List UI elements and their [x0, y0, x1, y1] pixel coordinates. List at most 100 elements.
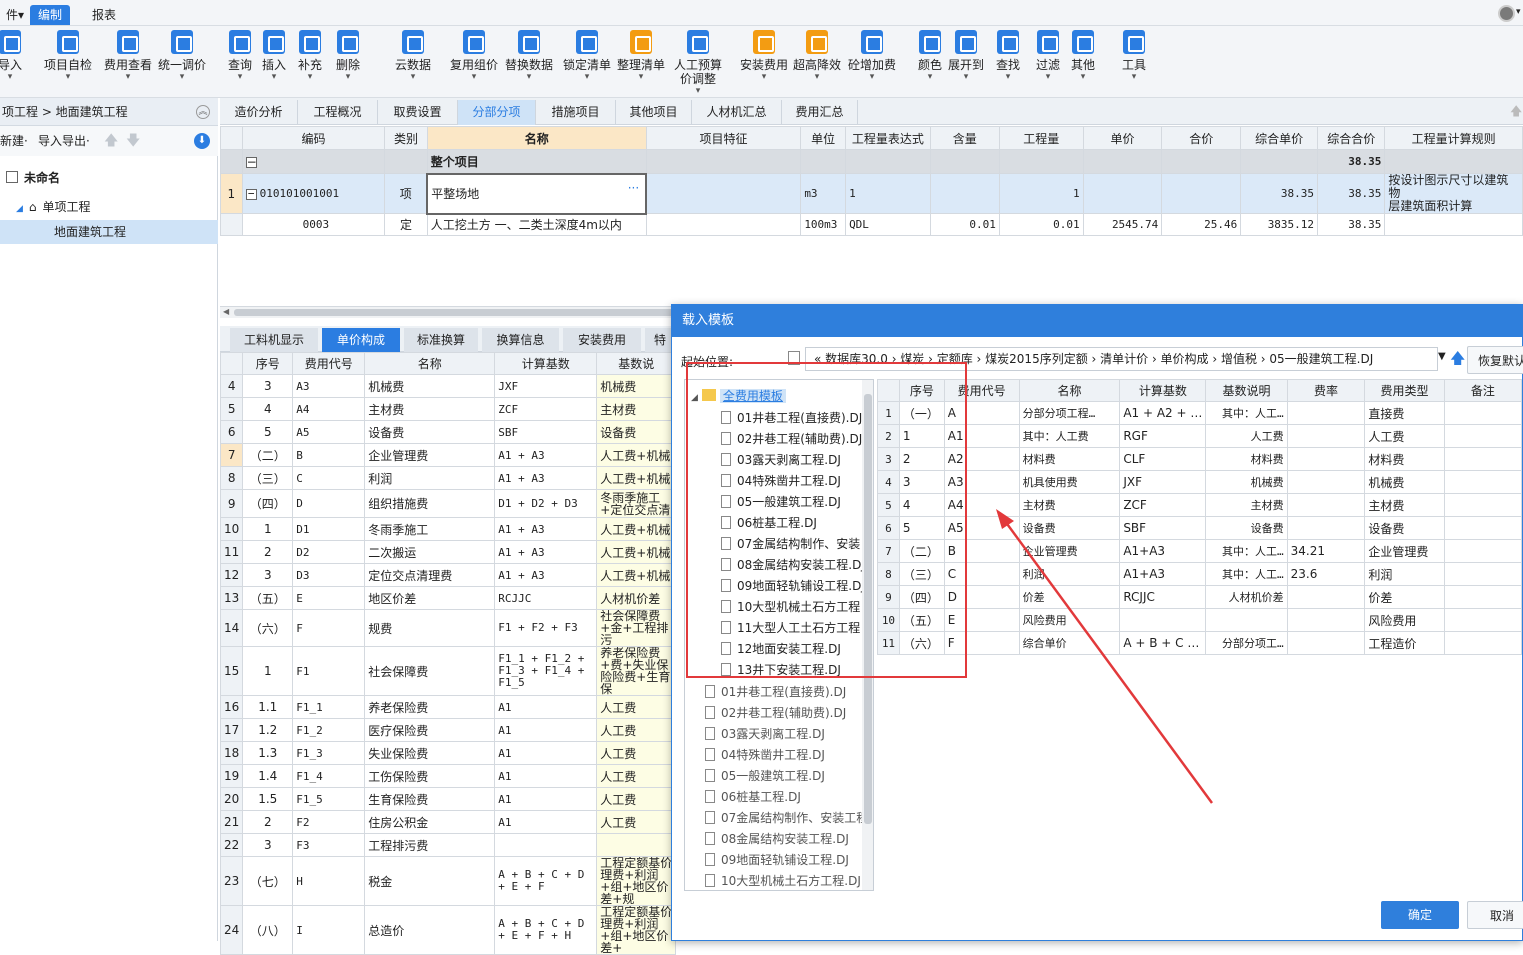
dropdown-arrow-icon[interactable]: ▾: [674, 86, 722, 96]
table-row[interactable]: 10 1 D1 冬雨季施工 A1 + A3 人工费+机械: [219, 517, 677, 541]
tree-template-item[interactable]: 05一般建筑工程.DJ: [705, 766, 825, 786]
table-row[interactable]: 1 −010101001001 项 平整场地 ··· m3 1 1 38.35 3…: [220, 172, 1523, 215]
toolbar-button-2[interactable]: 费用查看 ▾: [104, 30, 152, 82]
scroll-left-icon[interactable]: ◀: [223, 307, 229, 316]
toolbar-button-12[interactable]: 整理清单 ▾: [617, 30, 665, 82]
col-code[interactable]: 费用代号: [292, 352, 366, 375]
dropdown-arrow-icon[interactable]: ▾: [298, 72, 322, 82]
quota-expr[interactable]: QDL: [845, 213, 931, 236]
restore-default-button[interactable]: 恢复默认: [1467, 346, 1523, 374]
table-row[interactable]: 6 5 A5 设备费 SBF 设备费: [219, 420, 677, 444]
table-row[interactable]: 20 1.5 F1_5 生育保险费 A1 人工费: [219, 787, 677, 811]
table-row[interactable]: 8 （三） C 利润 A1 + A3 人工费+机械: [219, 466, 677, 490]
col-expr[interactable]: 工程量表达式: [845, 126, 931, 150]
table-row[interactable]: 0003 定 人工挖土方 一、二类土深度4m以内 100m3 QDL 0.01 …: [220, 213, 1523, 236]
dropdown-arrow-icon[interactable]: ▾: [262, 72, 286, 82]
avatar-dropdown-icon[interactable]: ▾: [1516, 7, 1521, 17]
tree-item-project[interactable]: 未命名: [6, 166, 60, 190]
dropdown-arrow-icon[interactable]: ▾: [793, 72, 841, 82]
toolbar-button-0[interactable]: 导入 ▾: [0, 30, 22, 82]
group-row[interactable]: − 整个项目 38.35: [220, 149, 1523, 174]
tab-bottom-4[interactable]: 安装费用: [563, 328, 641, 352]
table-row[interactable]: 11 2 D2 二次搬运 A1 + A3 人工费+机械: [219, 540, 677, 564]
table-row[interactable]: 3 2 A2 材料费 CLF 材料费 材料费: [877, 447, 1523, 471]
table-row[interactable]: 4 3 A3 机械费 JXF 机械费: [219, 374, 677, 398]
tree-template-item[interactable]: 09地面轻轨铺设工程.DJ: [705, 850, 849, 870]
move-up-icon[interactable]: 🡅: [104, 126, 118, 156]
col-base-desc[interactable]: 基数说: [596, 352, 677, 375]
horizontal-scrollbar[interactable]: ◀: [220, 306, 675, 318]
item-expr[interactable]: 1: [845, 173, 931, 214]
toolbar-button-19[interactable]: 查找 ▾: [996, 30, 1020, 82]
menu-file-tab[interactable]: 件▾: [0, 5, 32, 25]
dropdown-arrow-icon[interactable]: ▾: [44, 72, 92, 82]
toolbar-button-14[interactable]: 安装费用 ▾: [740, 30, 788, 82]
download-icon[interactable]: ⬇: [194, 133, 210, 149]
table-row[interactable]: 4 3 A3 机具使用费 JXF 机械费 机械费: [877, 470, 1523, 494]
collapse-panel-icon[interactable]: ︽: [196, 105, 210, 119]
tab-main-6[interactable]: 人材机汇总: [692, 100, 782, 125]
table-row[interactable]: 16 1.1 F1_1 养老保险费 A1 人工费: [219, 695, 677, 719]
tab-bottom-1[interactable]: 单价构成: [322, 328, 400, 352]
col-name[interactable]: 名称: [1018, 379, 1121, 402]
toolbar-button-11[interactable]: 锁定清单 ▾: [563, 30, 611, 82]
dropdown-arrow-icon[interactable]: ▾: [740, 72, 788, 82]
col-fee-type[interactable]: 费用类型: [1364, 379, 1445, 402]
import-export-button[interactable]: 导入导出·: [38, 126, 90, 156]
toolbar-button-15[interactable]: 超高降效 ▾: [793, 30, 841, 82]
up-arrow-icon[interactable]: 🡅: [1450, 348, 1465, 373]
expand-arrow-icon[interactable]: ◢: [16, 204, 23, 214]
toolbar-button-17[interactable]: 颜色 ▾: [918, 30, 942, 82]
item-feature[interactable]: [645, 173, 802, 214]
col-rule[interactable]: 工程量计算规则: [1384, 126, 1523, 150]
new-button[interactable]: 新建·: [0, 126, 28, 156]
table-row[interactable]: 5 4 A4 主材费 ZCF 主材费: [219, 397, 677, 421]
tab-main-7[interactable]: 费用汇总: [782, 100, 858, 125]
table-row[interactable]: 17 1.2 F1_2 医疗保险费 A1 人工费: [219, 718, 677, 742]
table-row[interactable]: 2 1 A1 其中：人工费 RGF 人工费 人工费: [877, 424, 1523, 448]
toolbar-button-13[interactable]: 人工预算 价调整 ▾: [674, 30, 722, 96]
tree-template-item[interactable]: 01井巷工程(直接费).DJ: [705, 682, 846, 702]
tree-item-single-project[interactable]: ◢ ⌂ 单项工程: [16, 195, 91, 219]
dropdown-arrow-icon[interactable]: ▾: [395, 72, 431, 82]
col-total[interactable]: 合价: [1161, 126, 1242, 150]
tab-bottom-2[interactable]: 标准换算: [404, 328, 478, 352]
tree-item-ground-building[interactable]: 地面建筑工程: [0, 220, 218, 244]
more-icon[interactable]: ···: [628, 181, 639, 195]
toolbar-button-16[interactable]: 砼增加费 ▾: [848, 30, 896, 82]
col-type[interactable]: 类别: [384, 126, 428, 150]
col-unit[interactable]: 单位: [800, 126, 847, 150]
table-row[interactable]: 24 （八） I 总造价 A + B + C + D + E + F + H 工程定额基价…: [219, 905, 677, 955]
dropdown-arrow-icon[interactable]: ▾: [1122, 72, 1146, 82]
col-remark[interactable]: 备注: [1443, 379, 1523, 402]
col-code[interactable]: 编码: [241, 126, 386, 150]
dropdown-arrow-icon[interactable]: ▾: [617, 72, 665, 82]
col-base[interactable]: 计算基数: [1119, 379, 1207, 402]
dropdown-arrow-icon[interactable]: ▾: [450, 72, 498, 82]
col-qty[interactable]: 工程量: [998, 126, 1084, 150]
dropdown-arrow-icon[interactable]: ▾: [1071, 72, 1095, 82]
tree-template-item[interactable]: 08金属结构安装工程.DJ: [705, 829, 849, 849]
scroll-top-icon[interactable]: 🡅: [1510, 102, 1522, 123]
dropdown-arrow-icon[interactable]: ▾: [996, 72, 1020, 82]
scrollbar-thumb[interactable]: [234, 309, 674, 316]
toolbar-button-6[interactable]: 补充 ▾: [298, 30, 322, 82]
toolbar-button-8[interactable]: 云数据 ▾: [395, 30, 431, 82]
tree-template-item[interactable]: 06桩基工程.DJ: [705, 787, 801, 807]
table-row[interactable]: 13 （五） E 地区价差 RCJJC 人材机价差: [219, 586, 677, 610]
col-base[interactable]: 计算基数: [494, 352, 598, 375]
toolbar-button-21[interactable]: 其他 ▾: [1071, 30, 1095, 82]
tab-main-3[interactable]: 分部分项: [458, 100, 536, 125]
table-row[interactable]: 15 1 F1 社会保障费 F1_1 + F1_2 + F1_3 + F1_4 + F1…: [219, 646, 677, 696]
toolbar-button-3[interactable]: 统一调价 ▾: [158, 30, 206, 82]
toolbar-button-9[interactable]: 复用组价 ▾: [450, 30, 498, 82]
col-seq[interactable]: 序号: [242, 352, 294, 375]
user-avatar[interactable]: [1498, 5, 1515, 22]
col-unit-price-total[interactable]: 综合单价: [1240, 126, 1319, 150]
table-row[interactable]: 23 （七） H 税金 A + B + C + D + E + F 工程定额基价理费+利润…: [219, 856, 677, 906]
dropdown-arrow-icon[interactable]: ▾: [848, 72, 896, 82]
table-row[interactable]: 21 2 F2 住房公积金 A1 人工费: [219, 810, 677, 834]
toolbar-button-10[interactable]: 替换数据 ▾: [505, 30, 553, 82]
dropdown-arrow-icon[interactable]: ▾: [1036, 72, 1060, 82]
tab-main-4[interactable]: 措施项目: [536, 100, 616, 125]
